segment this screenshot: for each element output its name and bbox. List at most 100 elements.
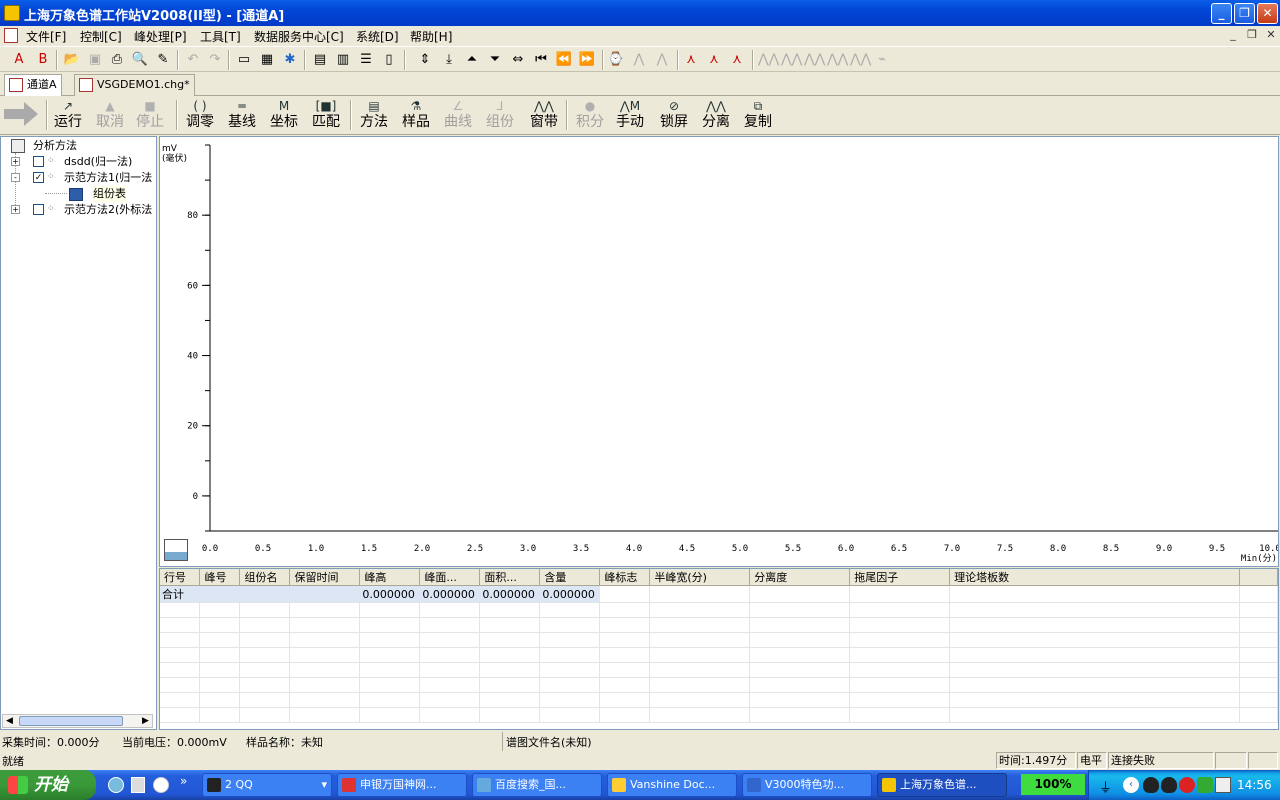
table-cell[interactable] (199, 632, 241, 648)
expander[interactable]: + (11, 157, 20, 166)
table-cell[interactable] (289, 602, 361, 618)
peaks-icon[interactable]: ✱ (281, 51, 299, 69)
toolbar-button-run[interactable]: ↗ 运行 (52, 98, 84, 132)
table-cell[interactable] (479, 632, 541, 648)
peak-mark-3-icon[interactable]: ⋏ (728, 51, 746, 69)
scroll-thumb[interactable] (19, 716, 123, 726)
table-cell[interactable] (239, 707, 291, 723)
table-cell[interactable] (949, 707, 1240, 723)
table-cell[interactable]: 0.000000 (539, 585, 601, 603)
table-cell[interactable] (199, 602, 241, 618)
table-cell[interactable] (160, 707, 201, 723)
table-row[interactable] (160, 617, 1278, 633)
table-cell[interactable] (160, 617, 201, 633)
layout-3-icon[interactable]: ☰ (357, 51, 375, 69)
quicklaunch-more-icon[interactable]: » (180, 774, 187, 788)
table-cell[interactable] (749, 707, 851, 723)
table-cell[interactable] (419, 647, 481, 663)
taskbar-item[interactable]: 百度搜索_国... (472, 773, 602, 797)
toolbar-button-integrate[interactable]: ● 积分 (574, 98, 606, 132)
table-cell[interactable] (160, 692, 201, 708)
next-icon[interactable]: ⏩ (578, 51, 596, 69)
column-header[interactable]: 峰号 (199, 569, 241, 586)
table-cell[interactable] (160, 632, 201, 648)
tree-node-component-table[interactable]: 组份表 (1, 186, 157, 202)
table-cell[interactable]: 合计 (160, 585, 201, 603)
toolbar-button-lock-screen[interactable]: ⊘ 锁屏 (658, 98, 690, 132)
table-cell[interactable] (599, 692, 651, 708)
scroll-left-icon[interactable]: ◀ (3, 715, 16, 727)
checkbox[interactable]: ✓ (33, 172, 44, 183)
shield-icon[interactable] (1197, 777, 1213, 793)
table-cell[interactable] (649, 692, 751, 708)
table-cell[interactable] (749, 692, 851, 708)
font-b-icon[interactable]: B (34, 51, 52, 69)
table-cell[interactable] (749, 662, 851, 678)
start-button[interactable]: 开始 (0, 770, 96, 800)
table-cell[interactable] (289, 632, 361, 648)
table-cell[interactable] (289, 662, 361, 678)
checkbox[interactable] (33, 156, 44, 167)
table-cell[interactable] (539, 692, 601, 708)
table-cell[interactable] (419, 692, 481, 708)
table-cell[interactable] (539, 677, 601, 693)
table-cell[interactable] (289, 585, 361, 603)
table-cell[interactable] (239, 632, 291, 648)
toolbar-button-zero[interactable]: ( ) 调零 (184, 98, 216, 132)
table-cell[interactable] (289, 692, 361, 708)
taskbar-item[interactable]: 申银万国神网... (337, 773, 467, 797)
table-row[interactable] (160, 647, 1278, 663)
column-header[interactable]: 分离度 (749, 569, 851, 586)
peak-start-icon[interactable]: ⋀ (630, 51, 648, 69)
taskbar-item[interactable]: 上海万象色谱... (877, 773, 1007, 797)
checkbox[interactable] (33, 204, 44, 215)
table-cell[interactable] (849, 617, 951, 633)
table-cell[interactable] (479, 707, 541, 723)
table-cell[interactable] (239, 692, 291, 708)
table-cell[interactable] (649, 617, 751, 633)
menu-control[interactable]: 控制[C] (80, 28, 122, 45)
edit-icon[interactable]: ✎ (154, 51, 172, 69)
table-row[interactable] (160, 632, 1278, 648)
table-cell[interactable]: 0.000000 (419, 585, 481, 603)
table-cell[interactable] (239, 677, 291, 693)
minimize-button[interactable]: _ (1211, 3, 1232, 24)
table-cell[interactable] (419, 677, 481, 693)
table-cell[interactable] (160, 677, 201, 693)
table-cell[interactable] (649, 677, 751, 693)
table-cell[interactable] (539, 602, 601, 618)
table-cell[interactable] (160, 647, 201, 663)
table-cell[interactable] (749, 632, 851, 648)
table-cell[interactable] (649, 585, 751, 603)
table-cell[interactable] (539, 662, 601, 678)
peak-tool-5-icon[interactable]: ⋀⋀ (850, 51, 871, 69)
table-cell[interactable] (199, 617, 241, 633)
table-cell[interactable] (749, 677, 851, 693)
zoom-x-icon[interactable]: ⇔ (509, 51, 527, 69)
table-cell[interactable] (849, 692, 951, 708)
table-cell[interactable] (199, 647, 241, 663)
close-button[interactable]: ✕ (1257, 3, 1278, 24)
table-cell[interactable] (749, 602, 851, 618)
network-icon[interactable]: ⏚ (1099, 777, 1115, 796)
table-cell[interactable] (199, 677, 241, 693)
toolbar-button-match[interactable]: [■] 匹配 (310, 98, 342, 132)
print-icon[interactable]: ⎙ (108, 51, 126, 69)
quicklaunch-icon-2[interactable] (153, 777, 169, 793)
table-cell[interactable] (479, 602, 541, 618)
table-cell[interactable] (359, 632, 421, 648)
table-cell[interactable] (239, 617, 291, 633)
table-cell[interactable] (359, 677, 421, 693)
column-header[interactable]: 峰高 (359, 569, 421, 586)
table-cell[interactable] (949, 692, 1240, 708)
toolbar-button-stop[interactable]: ■ 停止 (134, 98, 166, 132)
table-cell[interactable] (160, 662, 201, 678)
peak-tool-6-icon[interactable]: ⌁ (873, 51, 891, 69)
table-cell[interactable] (289, 707, 361, 723)
expander[interactable]: - (11, 173, 20, 182)
print-preview-icon[interactable]: 🔍 (131, 51, 149, 69)
column-header[interactable]: 行号 (160, 569, 201, 586)
table-cell[interactable] (649, 707, 751, 723)
chart-thumbnail-icon[interactable] (164, 539, 188, 561)
table-cell[interactable] (1239, 692, 1278, 708)
